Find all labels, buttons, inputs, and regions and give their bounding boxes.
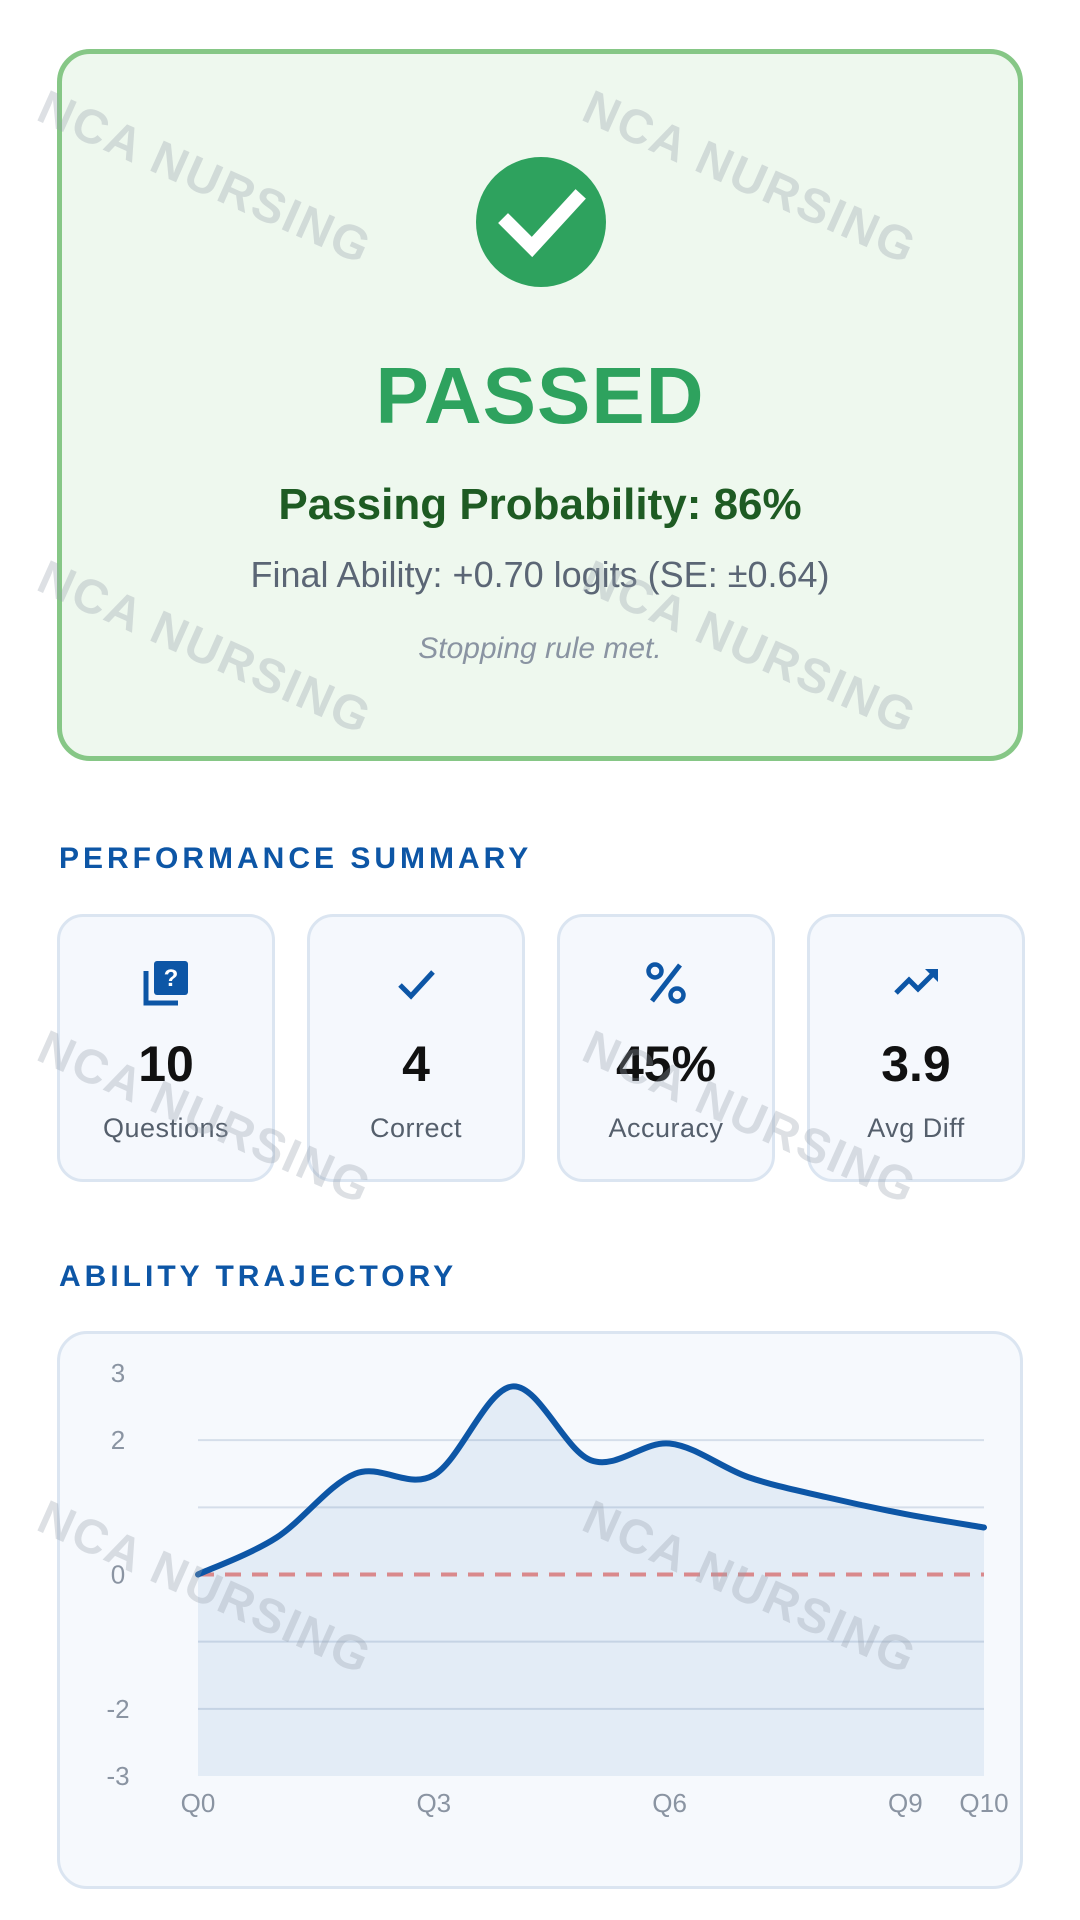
stat-label: Questions [102,1113,230,1143]
stat-value: 10 [138,1036,194,1092]
stopping-rule-note: Stopping rule met. [418,632,662,665]
stat-label: Accuracy [608,1113,724,1143]
stat-label: Correct [369,1113,462,1143]
ability-area [198,1386,984,1776]
ability-trajectory-chart: 3 2 0 -2 -3 Q0 Q3 Q6 Q9 Q10 [106,1358,1008,1818]
x-tick-label: Q10 [959,1788,1008,1818]
ability-trajectory-heading: ABILITY TRAJECTORY [59,1260,458,1293]
stat-label: Avg Diff [867,1113,965,1143]
trending-up-icon [810,959,1022,1007]
svg-text:?: ? [164,965,179,992]
final-ability: Final Ability: +0.70 logits (SE: ±0.64) [250,554,830,595]
y-tick-label: -3 [106,1761,129,1791]
stat-value: 4 [402,1036,430,1092]
x-tick-label: Q3 [416,1788,451,1818]
percent-icon [560,959,772,1007]
x-tick-label: Q9 [888,1788,923,1818]
passing-probability: Passing Probability: 86% [278,480,802,529]
y-tick-label: -2 [106,1694,129,1724]
stat-value: 3.9 [881,1036,951,1092]
y-tick-label: 2 [111,1425,125,1455]
stat-card-correct: 4 Correct [307,914,525,1182]
quiz-icon: ? [60,959,272,1007]
stat-card-accuracy: 45% Accuracy [557,914,775,1182]
stat-value: 45% [615,1036,717,1092]
x-tick-label: Q0 [181,1788,216,1818]
check-circle-icon [476,157,606,287]
performance-summary-heading: PERFORMANCE SUMMARY [59,842,533,875]
stat-card-questions: ? 10 Questions [57,914,275,1182]
y-tick-label: 3 [111,1358,125,1388]
result-status: PASSED [375,351,705,440]
chart-card: 3 2 0 -2 -3 Q0 Q3 Q6 Q9 Q10 [57,1331,1023,1889]
y-tick-label: 0 [111,1560,125,1590]
stat-card-avg-diff: 3.9 Avg Diff [807,914,1025,1182]
x-tick-label: Q6 [652,1788,687,1818]
check-icon [310,959,522,1007]
